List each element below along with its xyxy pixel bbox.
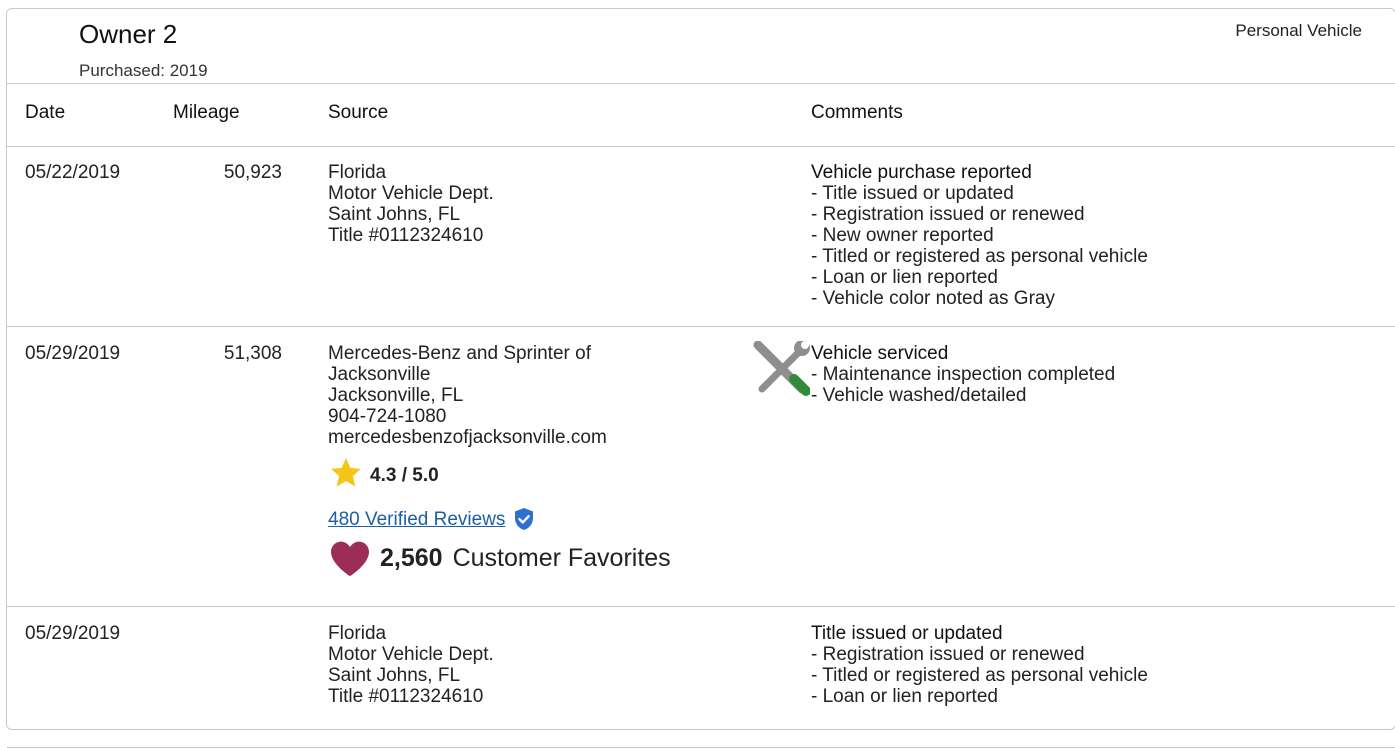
row-mileage: 50,923	[223, 162, 282, 183]
row-mileage: 51,308	[223, 343, 282, 364]
column-header-source: Source	[328, 102, 389, 123]
comment-line: - Vehicle color noted as Gray	[811, 288, 1055, 309]
comment-title: Vehicle purchase reported	[811, 162, 1032, 183]
row-source: Florida Motor Vehicle Dept. Saint Johns,…	[328, 623, 494, 707]
row-comments: Vehicle purchase reported - Title issued…	[811, 162, 1148, 309]
row-comments: Title issued or updated - Registration i…	[811, 623, 1148, 707]
row-date: 05/29/2019	[25, 343, 121, 364]
comment-title: Vehicle serviced	[811, 343, 949, 364]
source-line: Saint Johns, FL	[328, 204, 461, 225]
owner-title: Owner 2	[79, 19, 178, 49]
column-header-comments: Comments	[811, 102, 903, 123]
comment-line: - Maintenance inspection completed	[811, 364, 1116, 385]
verified-shield-icon	[513, 507, 535, 531]
table-header: Date Mileage Source Comments	[7, 83, 1395, 147]
dealer-rating: 4.3 / 5.0	[328, 456, 671, 495]
row-date: 05/29/2019	[25, 623, 121, 644]
row-source: Mercedes-Benz and Sprinter of Jacksonvil…	[328, 343, 671, 577]
wrench-screwdriver-icon	[752, 340, 811, 402]
heart-icon	[328, 539, 372, 577]
table-row: 05/29/2019 51,308 Mercedes-Benz and Spri…	[7, 327, 1395, 607]
comment-line: - Loan or lien reported	[811, 686, 998, 707]
comment-line: - Loan or lien reported	[811, 267, 998, 288]
source-line: Title #0112324610	[328, 686, 484, 707]
rating-value: 4.3 / 5.0	[370, 465, 439, 486]
row-source: Florida Motor Vehicle Dept. Saint Johns,…	[328, 162, 494, 246]
source-line: 904-724-1080	[328, 406, 447, 427]
vehicle-type-label: Personal Vehicle	[1235, 21, 1362, 40]
source-line: Saint Johns, FL	[328, 665, 461, 686]
comment-title: Title issued or updated	[811, 623, 1003, 644]
source-line: Motor Vehicle Dept.	[328, 183, 494, 204]
source-line: Florida	[328, 162, 387, 183]
column-header-mileage: Mileage	[173, 102, 240, 123]
favorites-count: 2,560	[380, 543, 443, 572]
comment-line: - Vehicle washed/detailed	[811, 385, 1027, 406]
customer-favorites: 2,560 Customer Favorites	[328, 539, 671, 577]
source-line: Florida	[328, 623, 387, 644]
source-line: Motor Vehicle Dept.	[328, 644, 494, 665]
favorites-label: Customer Favorites	[452, 543, 671, 572]
table-row: 05/29/2019 Florida Motor Vehicle Dept. S…	[7, 607, 1395, 748]
owner-card: Owner 2 Purchased: 2019 Personal Vehicle…	[6, 8, 1395, 748]
row-comments: Vehicle serviced - Maintenance inspectio…	[811, 343, 1115, 406]
source-line: mercedesbenzofjacksonville.com	[328, 427, 607, 448]
verified-reviews: 480 Verified Reviews	[328, 507, 671, 531]
comment-line: - Registration issued or renewed	[811, 204, 1085, 225]
verified-reviews-link[interactable]: 480 Verified Reviews	[328, 509, 505, 530]
source-line: Jacksonville	[328, 364, 431, 385]
source-line: Jacksonville, FL	[328, 385, 464, 406]
source-line: Title #0112324610	[328, 225, 484, 246]
comment-line: - Title issued or updated	[811, 183, 1014, 204]
purchased-year: Purchased: 2019	[79, 61, 208, 80]
comment-line: - Titled or registered as personal vehic…	[811, 246, 1148, 267]
row-date: 05/22/2019	[25, 162, 121, 183]
comment-line: - Titled or registered as personal vehic…	[811, 665, 1148, 686]
comment-line: - New owner reported	[811, 225, 994, 246]
comment-line: - Registration issued or renewed	[811, 644, 1085, 665]
column-header-date: Date	[25, 102, 66, 123]
source-line: Mercedes-Benz and Sprinter of	[328, 343, 591, 364]
table-row: 05/22/2019 50,923 Florida Motor Vehicle …	[7, 146, 1395, 327]
star-icon	[328, 456, 364, 495]
